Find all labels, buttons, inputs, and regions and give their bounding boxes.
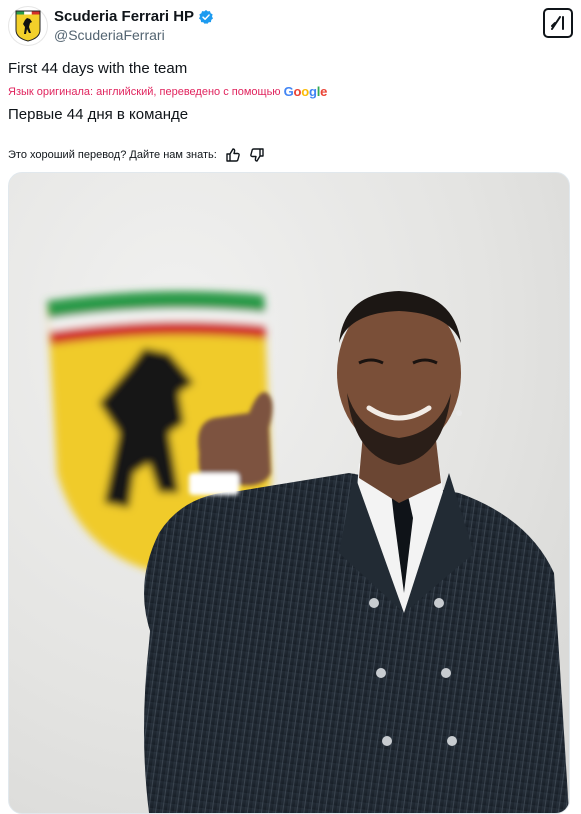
display-name[interactable]: Scuderia Ferrari HP — [54, 8, 194, 25]
thumbs-down-icon — [250, 148, 264, 162]
google-logo[interactable]: Google — [284, 84, 328, 99]
translation-note: Язык оригинала: английский, переведено с… — [8, 84, 327, 99]
tweet-header: Scuderia Ferrari HP @ScuderiaFerrari — [8, 6, 573, 46]
avatar[interactable] — [8, 6, 48, 46]
grok-button[interactable] — [543, 8, 573, 38]
photo-illustration — [47, 291, 569, 813]
tweet-text: First 44 days with the team — [8, 60, 188, 77]
ferrari-shield-logo — [15, 10, 41, 42]
account-handle[interactable]: @ScuderiaFerrari — [54, 27, 214, 43]
translation-feedback: Это хороший перевод? Дайте нам знать: — [8, 147, 265, 163]
grok-icon — [551, 16, 564, 30]
tweet-photo[interactable] — [8, 172, 570, 814]
thumbs-up-icon — [226, 148, 240, 162]
translation-note-text: Язык оригинала: английский, переведено с… — [8, 85, 281, 98]
feedback-prompt: Это хороший перевод? Дайте нам знать: — [8, 149, 217, 161]
thumbs-down-button[interactable] — [249, 147, 265, 163]
thumbs-up-button[interactable] — [225, 147, 241, 163]
translated-text: Первые 44 дня в команде — [8, 106, 189, 123]
verified-badge-icon — [199, 9, 214, 24]
